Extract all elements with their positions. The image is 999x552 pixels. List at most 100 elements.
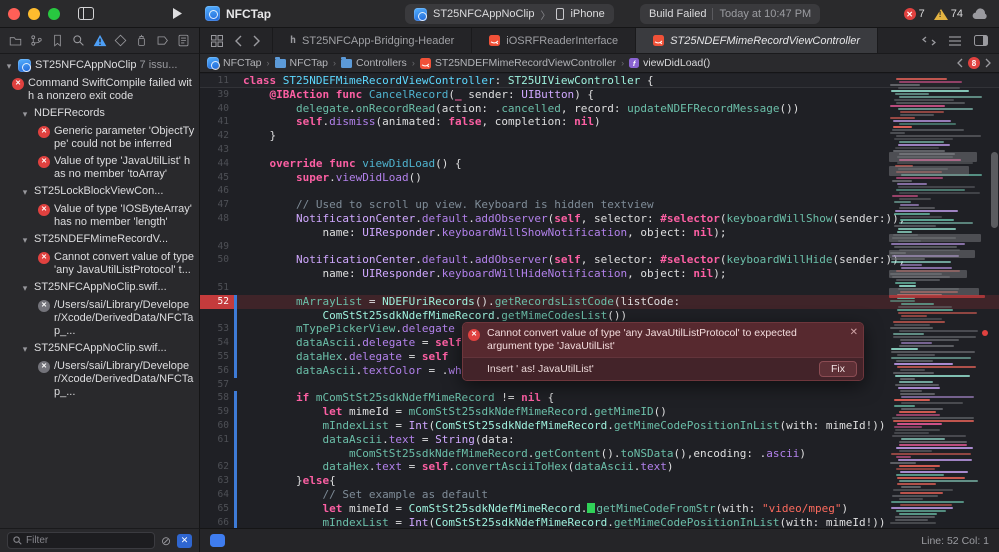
line-number[interactable]: 48 bbox=[200, 212, 234, 226]
line-number[interactable] bbox=[200, 226, 234, 240]
line-number[interactable]: 62 bbox=[200, 460, 234, 474]
minimap-toggle-icon[interactable] bbox=[949, 36, 961, 46]
line-number[interactable]: 41 bbox=[200, 115, 234, 129]
warning-count-badge[interactable]: 74 bbox=[934, 8, 963, 20]
toggle-navigator-icon[interactable] bbox=[78, 7, 94, 20]
issue-list-item[interactable]: ✕/Users/sai/Library/Developer/Xcode/Deri… bbox=[0, 297, 199, 340]
line-number[interactable]: 65 bbox=[200, 502, 234, 516]
code-line[interactable]: ComStSt25sdkNdefMimeRecord.getMimeCodesL… bbox=[200, 309, 999, 323]
line-number[interactable]: 50 bbox=[200, 253, 234, 267]
find-navigator-icon[interactable] bbox=[72, 34, 85, 47]
line-number[interactable] bbox=[200, 267, 234, 281]
editor-tab-2[interactable]: iOSRFReaderInterface bbox=[472, 28, 636, 53]
code-line[interactable]: name: UIResponder.keyboardWillHideNotifi… bbox=[200, 267, 999, 281]
line-number[interactable]: 54 bbox=[200, 336, 234, 350]
code-line[interactable]: 59 let mimeId = mComStSt25sdkNdefMimeRec… bbox=[200, 405, 999, 419]
code-line[interactable]: 42 } bbox=[200, 129, 999, 143]
scrollbar-thumb[interactable] bbox=[991, 152, 998, 228]
debug-navigator-icon[interactable] bbox=[135, 34, 148, 47]
breadcrumb-item[interactable]: Controllers bbox=[341, 57, 407, 69]
minimize-window-button[interactable] bbox=[28, 8, 40, 20]
bookmark-navigator-icon[interactable] bbox=[51, 34, 64, 47]
line-number[interactable]: 66 bbox=[200, 516, 234, 529]
breadcrumb-item[interactable]: NFCTap bbox=[207, 57, 262, 69]
source-control-navigator-icon[interactable] bbox=[30, 34, 43, 47]
fix-button[interactable]: Fix bbox=[819, 361, 857, 377]
disclosure-triangle-icon[interactable]: ▾ bbox=[20, 342, 30, 356]
editor-tab-1[interactable]: hST25NFCApp-Bridging-Header bbox=[272, 28, 472, 53]
code-line[interactable]: 39 @IBAction func CancelRecord(_ sender:… bbox=[200, 88, 999, 102]
project-navigator-icon[interactable] bbox=[9, 34, 22, 47]
line-number[interactable]: 58 bbox=[200, 391, 234, 405]
issue-group-row[interactable]: ▾ST25NFCAppNoClip.swif... bbox=[0, 279, 199, 297]
disclosure-triangle-icon[interactable]: ▾ bbox=[20, 185, 30, 199]
breadcrumb-item[interactable]: ST25NDEFMimeRecordViewController bbox=[420, 57, 616, 69]
code-line[interactable]: 40 delegate.onRecordRead(action: .cancel… bbox=[200, 102, 999, 116]
error-count-badge[interactable]: ✕ 7 bbox=[904, 8, 925, 20]
go-forward-icon[interactable] bbox=[253, 35, 261, 47]
code-line[interactable]: 47 // Used to scroll up view. Keyboard i… bbox=[200, 198, 999, 212]
line-number[interactable]: 64 bbox=[200, 488, 234, 502]
test-navigator-icon[interactable] bbox=[114, 34, 127, 47]
line-number[interactable]: 57 bbox=[200, 378, 234, 392]
line-number[interactable]: 39 bbox=[200, 88, 234, 102]
code-line[interactable]: 44 override func viewDidLoad() { bbox=[200, 157, 999, 171]
line-number[interactable] bbox=[200, 447, 234, 461]
line-number[interactable]: 46 bbox=[200, 184, 234, 198]
code-line[interactable]: 48 NotificationCenter.default.addObserve… bbox=[200, 212, 999, 226]
minimap[interactable] bbox=[887, 74, 990, 528]
code-line[interactable]: 63 }else{ bbox=[200, 474, 999, 488]
code-line[interactable]: 65 let mimeId = ComStSt25sdkNdefMimeReco… bbox=[200, 502, 999, 516]
line-number[interactable]: 11 bbox=[200, 74, 234, 87]
line-number[interactable]: 44 bbox=[200, 157, 234, 171]
line-number[interactable]: 51 bbox=[200, 281, 234, 295]
issue-group-row[interactable]: ▾ST25NFCAppNoClip.swif... bbox=[0, 340, 199, 358]
show-errors-only-icon[interactable]: ⊘ bbox=[161, 535, 171, 547]
issue-list-item[interactable]: ✕Value of type 'JavaUtilList' has no mem… bbox=[0, 153, 199, 183]
code-line[interactable]: 49 bbox=[200, 240, 999, 254]
line-number[interactable]: 61 bbox=[200, 433, 234, 447]
line-number[interactable] bbox=[200, 309, 234, 323]
zoom-window-button[interactable] bbox=[48, 8, 60, 20]
code-line[interactable]: 46 bbox=[200, 184, 999, 198]
code-line[interactable]: 58 if mComStSt25sdkNdefMimeRecord != nil… bbox=[200, 391, 999, 405]
issue-list-item[interactable]: ✕Cannot convert value of type 'any JavaU… bbox=[0, 249, 199, 279]
code-line[interactable]: 64 // Set example as default bbox=[200, 488, 999, 502]
go-back-icon[interactable] bbox=[234, 35, 242, 47]
disclosure-triangle-icon[interactable]: ▾ bbox=[4, 59, 14, 73]
close-icon[interactable]: ✕ bbox=[850, 326, 858, 339]
filter-input[interactable]: Filter bbox=[7, 532, 155, 549]
inspector-toggle-icon[interactable] bbox=[974, 35, 988, 46]
line-number[interactable]: 42 bbox=[200, 129, 234, 143]
build-status[interactable]: Build Failed Today at 10:47 PM bbox=[640, 4, 820, 24]
code-line[interactable]: 61 dataAscii.text = String(data: bbox=[200, 433, 999, 447]
line-number[interactable]: 59 bbox=[200, 405, 234, 419]
line-number[interactable]: 43 bbox=[200, 143, 234, 157]
next-issue-icon[interactable] bbox=[985, 58, 992, 68]
issue-group-row[interactable]: ▾NDEFRecords bbox=[0, 105, 199, 123]
disclosure-triangle-icon[interactable]: ▾ bbox=[20, 233, 30, 247]
code-line[interactable]: 60 mIndexList = Int(ComStSt25sdkNdefMime… bbox=[200, 419, 999, 433]
code-line[interactable]: 11class ST25NDEFMimeRecordViewController… bbox=[200, 74, 999, 88]
issue-group-row[interactable]: ▾ST25LockBlockViewCon... bbox=[0, 183, 199, 201]
previous-issue-icon[interactable] bbox=[956, 58, 963, 68]
disclosure-triangle-icon[interactable]: ▾ bbox=[20, 281, 30, 295]
issue-list-item[interactable]: ✕Command SwiftCompile failed with a nonz… bbox=[0, 75, 199, 105]
code-line[interactable]: 41 self.dismiss(animated: false, complet… bbox=[200, 115, 999, 129]
code-line[interactable]: 45 super.viewDidLoad() bbox=[200, 171, 999, 185]
issue-count-badge[interactable]: 8 bbox=[968, 57, 980, 69]
report-navigator-icon[interactable] bbox=[177, 34, 190, 47]
breadcrumb-item[interactable]: NFCTap bbox=[275, 57, 329, 69]
breakpoint-navigator-icon[interactable] bbox=[156, 34, 169, 47]
related-items-icon[interactable] bbox=[211, 35, 223, 47]
code-line[interactable]: mComStSt25sdkNdefMimeRecord.getContent()… bbox=[200, 447, 999, 461]
line-number[interactable]: 56 bbox=[200, 364, 234, 378]
line-number[interactable]: 52 bbox=[200, 295, 234, 309]
line-number[interactable]: 55 bbox=[200, 350, 234, 364]
code-line[interactable]: 52 mArrayList = NDEFUriRecords().getReco… bbox=[200, 295, 999, 309]
line-number[interactable]: 63 bbox=[200, 474, 234, 488]
issue-list-item[interactable]: ✕Generic parameter 'ObjectType' could no… bbox=[0, 123, 199, 153]
code-line[interactable]: 50 NotificationCenter.default.addObserve… bbox=[200, 253, 999, 267]
line-number[interactable]: 53 bbox=[200, 322, 234, 336]
issue-group-row[interactable]: ▾ST25NDEFMimeRecordV... bbox=[0, 231, 199, 249]
